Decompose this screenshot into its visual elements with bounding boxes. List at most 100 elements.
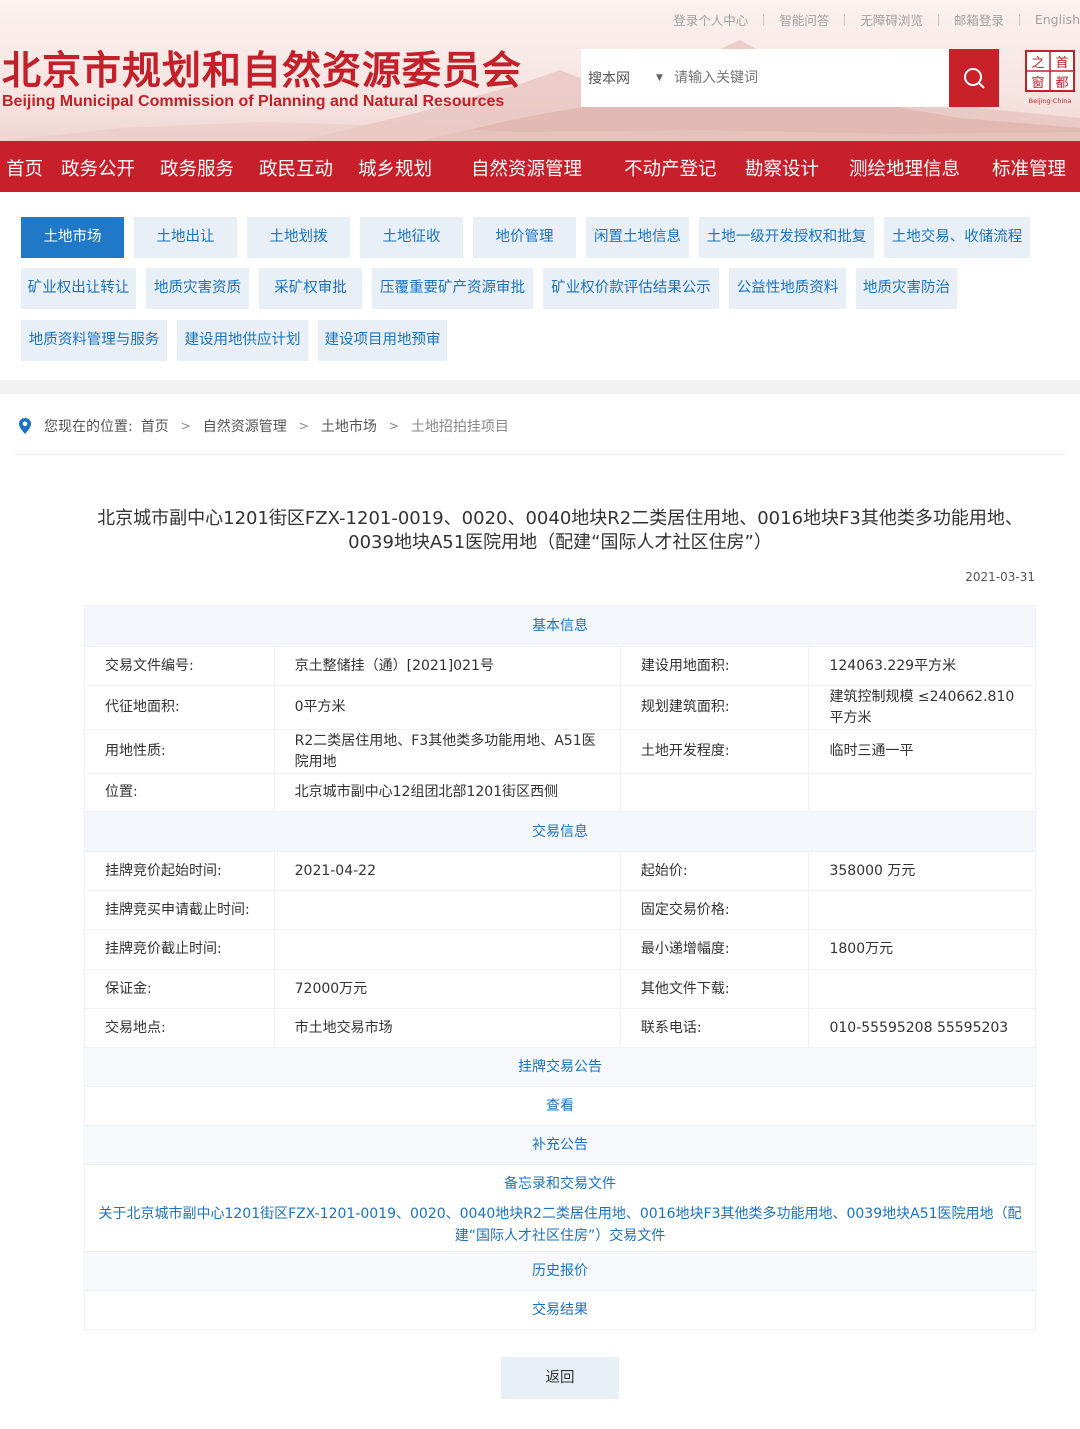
section-heading-supplement: 补充公告: [85, 1125, 1035, 1164]
badge-char: 窗: [1031, 75, 1044, 91]
search-icon: [964, 68, 985, 89]
badge-char: 之: [1031, 56, 1044, 71]
site-header: 登录个人中心 智能问答 无障碍浏览 邮箱登录 English 北京市规划和自然资…: [0, 0, 1080, 141]
field-label: 固定交易价格:: [619, 891, 809, 929]
subnav-chip[interactable]: 地价管理: [473, 217, 576, 258]
field-value: 2021-04-22: [273, 852, 620, 890]
field-value: [808, 774, 1035, 811]
table-row: 代征地面积: 0平方米 规划建筑面积: 建筑控制规模 ≤240662.810平方…: [85, 685, 1035, 729]
field-value: 临时三通一平: [808, 730, 1035, 773]
site-title-en[interactable]: Beijing Municipal Commission of Planning…: [2, 93, 504, 111]
top-link-english[interactable]: English: [1020, 12, 1080, 27]
section-heading-history: 历史报价: [85, 1251, 1035, 1290]
field-label: 挂牌竞买申请截止时间:: [105, 901, 250, 918]
view-notice-link[interactable]: 查看: [85, 1086, 1035, 1125]
nav-item-planning[interactable]: 城乡规划: [358, 141, 432, 192]
field-label: 挂牌竞价截止时间:: [105, 941, 222, 957]
field-value: 358000 万元: [808, 852, 1035, 890]
field-label: 交易文件编号:: [105, 657, 194, 674]
subnav-chip[interactable]: 土地一级开发授权和批复: [699, 217, 874, 258]
subnav-chip[interactable]: 土地征收: [360, 217, 463, 258]
chevron-right-icon: >: [180, 419, 191, 433]
breadcrumb-item[interactable]: 自然资源管理: [203, 416, 287, 436]
nav-item-survey-design[interactable]: 勘察设计: [745, 141, 819, 192]
field-label: 位置:: [105, 784, 138, 800]
capital-window-logo[interactable]: 首 都 之 窗 Beijing·China: [1024, 49, 1076, 107]
nav-item-gov-services[interactable]: 政务服务: [160, 141, 234, 192]
land-info-table: 基本信息 交易文件编号: 京土整储挂（通）[2021]021号 建设用地面积: …: [84, 605, 1036, 1330]
table-row: 交易地点: 市土地交易市场 联系电话: 010-55595208 5559520…: [85, 1008, 1035, 1047]
subnav-chip[interactable]: 矿业权价款评估结果公示: [543, 268, 719, 309]
table-row: 挂牌竞价起始时间: 2021-04-22 起始价: 358000 万元: [85, 851, 1035, 890]
subnav-chip[interactable]: 压覆重要矿产资源审批: [372, 268, 533, 309]
subnav-chip[interactable]: 矿业权出让转让: [21, 268, 136, 309]
field-label: [619, 774, 809, 811]
table-row: 保证金: 72000万元 其他文件下载:: [85, 969, 1035, 1008]
subnav-chip[interactable]: 地质灾害防治: [856, 268, 957, 309]
search-box: 搜本网 ▼: [581, 49, 999, 107]
section-heading-basic-info: 基本信息: [85, 606, 1035, 646]
top-link-mail[interactable]: 邮箱登录: [939, 10, 1019, 29]
top-link-qa[interactable]: 智能问答: [764, 10, 844, 29]
field-label: 土地开发程度:: [619, 730, 809, 773]
subnav-chip-land-market[interactable]: 土地市场: [21, 217, 124, 258]
back-button[interactable]: 返回: [501, 1357, 619, 1399]
table-row: 位置: 北京城市副中心12组团北部1201街区西侧: [85, 773, 1035, 811]
table-row: 挂牌竞买申请截止时间: 固定交易价格:: [85, 890, 1035, 929]
subnav-chip[interactable]: 建设项目用地预审: [318, 320, 447, 361]
trade-file-link[interactable]: 关于北京城市副中心1201街区FZX-1201-0019、0020、0040地块…: [85, 1199, 1035, 1251]
article-title: 北京城市副中心1201街区FZX-1201-0019、0020、0040地块R2…: [97, 508, 1023, 553]
nav-item-gov-affairs[interactable]: 政务公开: [61, 141, 135, 192]
nav-item-real-estate[interactable]: 不动产登记: [624, 141, 717, 192]
search-scope-select[interactable]: 搜本网: [581, 68, 656, 88]
subnav-chip[interactable]: 地质资料管理与服务: [21, 320, 167, 361]
subnav-chip[interactable]: 闲置土地信息: [586, 217, 689, 258]
field-label: 用地性质:: [105, 743, 166, 759]
top-links: 登录个人中心 智能问答 无障碍浏览 邮箱登录 English: [658, 10, 1080, 29]
field-label: 交易地点:: [105, 1019, 166, 1036]
nav-item-interaction[interactable]: 政民互动: [259, 141, 333, 192]
top-link-login[interactable]: 登录个人中心: [658, 10, 763, 29]
field-label: 建设用地面积:: [619, 647, 809, 685]
nav-item-home[interactable]: 首页: [6, 141, 43, 192]
subnav-chip[interactable]: 采矿权审批: [259, 268, 362, 309]
top-link-accessibility[interactable]: 无障碍浏览: [845, 10, 938, 29]
field-value: 0平方米: [273, 686, 620, 729]
field-value: R2二类居住用地、F3其他类多功能用地、A51医院用地: [273, 730, 620, 773]
field-value: 72000万元: [273, 970, 620, 1008]
field-value: [808, 970, 1035, 1008]
field-value: [273, 891, 620, 929]
search-button[interactable]: [949, 49, 999, 107]
breadcrumb-current: 土地招拍挂项目: [410, 419, 509, 435]
breadcrumb-item-home[interactable]: 首页: [141, 416, 169, 436]
subnav-chip[interactable]: 土地出让: [134, 217, 237, 258]
section-heading-memo-files: 备忘录和交易文件: [85, 1164, 1035, 1199]
site-title-cn[interactable]: 北京市规划和自然资源委员会: [2, 40, 522, 96]
field-value: 124063.229平方米: [808, 647, 1035, 685]
nav-item-mapping[interactable]: 测绘地理信息: [849, 141, 960, 192]
field-value: 建筑控制规模 ≤240662.810平方米: [808, 686, 1035, 729]
nav-item-standards[interactable]: 标准管理: [992, 141, 1066, 192]
breadcrumb-divider: [15, 454, 1065, 455]
breadcrumb-item[interactable]: 土地市场: [321, 416, 377, 436]
subnav-chip[interactable]: 土地交易、收储流程: [884, 217, 1030, 258]
field-label: 起始价:: [619, 852, 809, 890]
field-label: 代征地面积:: [105, 699, 180, 715]
field-label: 挂牌竞价起始时间:: [105, 862, 222, 879]
table-row: 挂牌竞价截止时间: 最小递增幅度: 1800万元: [85, 929, 1035, 969]
subnav-chip[interactable]: 建设用地供应计划: [177, 320, 308, 361]
location-pin-icon: [19, 418, 31, 434]
field-label: 其他文件下载:: [619, 970, 809, 1008]
field-value: [273, 930, 620, 969]
search-input[interactable]: [674, 49, 949, 107]
subnav-chip[interactable]: 地质灾害资质: [146, 268, 249, 309]
section-heading-trade-info: 交易信息: [85, 811, 1035, 851]
badge-subtitle: Beijing·China: [1029, 97, 1072, 105]
nav-item-natural-resources[interactable]: 自然资源管理: [471, 141, 582, 192]
subnav-chip[interactable]: 公益性地质资料: [729, 268, 846, 309]
subnav-chip[interactable]: 土地划拨: [247, 217, 350, 258]
field-label: 保证金:: [105, 980, 152, 997]
breadcrumb-prefix: 您现在的位置:: [44, 419, 133, 435]
section-heading-result: 交易结果: [85, 1290, 1035, 1329]
caret-down-icon[interactable]: ▼: [656, 73, 674, 83]
